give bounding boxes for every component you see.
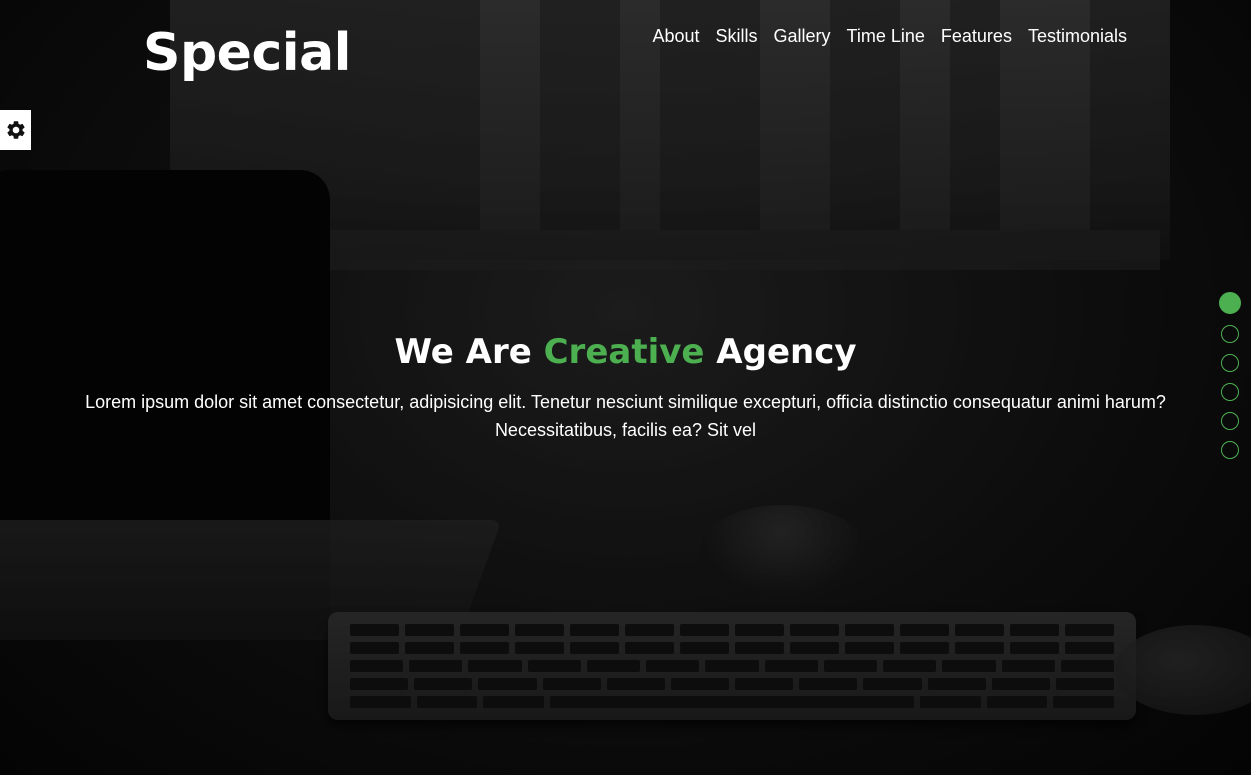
section-bullet-3[interactable]: [1221, 354, 1239, 372]
nav-link-about[interactable]: About: [652, 24, 699, 48]
headline-text-start: We Are: [394, 332, 544, 372]
nav-link-features[interactable]: Features: [941, 24, 1012, 48]
site-logo[interactable]: Special: [143, 23, 352, 84]
nav-link-time-line[interactable]: Time Line: [847, 24, 925, 48]
section-bullet-5[interactable]: [1221, 412, 1239, 430]
main-nav: About Skills Gallery Time Line Features …: [652, 24, 1127, 48]
hero-section: Special About Skills Gallery Time Line F…: [0, 0, 1251, 775]
nav-link-gallery[interactable]: Gallery: [774, 24, 831, 48]
section-bullet-2[interactable]: [1221, 325, 1239, 343]
section-bullet-1[interactable]: [1219, 292, 1241, 314]
nav-link-testimonials[interactable]: Testimonials: [1028, 24, 1127, 48]
section-bullets: [1219, 292, 1241, 459]
gear-icon: [6, 121, 25, 139]
headline-text-end: Agency: [704, 332, 857, 372]
settings-button[interactable]: [0, 110, 31, 150]
nav-link-skills[interactable]: Skills: [716, 24, 758, 48]
section-bullet-6[interactable]: [1221, 441, 1239, 459]
hero-description: Lorem ipsum dolor sit amet consectetur, …: [85, 392, 1166, 440]
hero-headline: We Are Creative Agency: [0, 330, 1251, 374]
headline-accent-word: Creative: [543, 332, 705, 372]
section-bullet-4[interactable]: [1221, 383, 1239, 401]
